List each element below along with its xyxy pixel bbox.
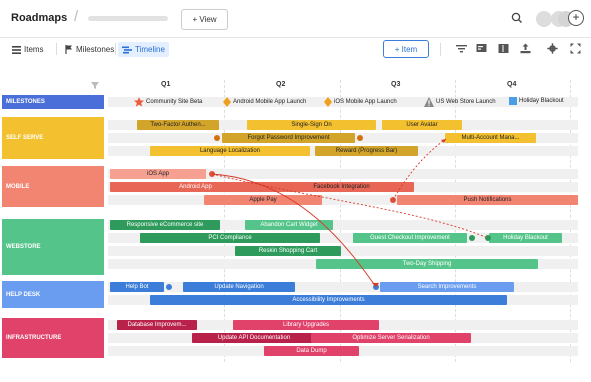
add-item-button[interactable]: + Item <box>383 40 429 58</box>
roadmap-bar[interactable]: Data Dump <box>264 346 359 356</box>
roadmap-bar[interactable]: Reward (Progress Bar) <box>315 146 418 156</box>
search-icon[interactable] <box>510 11 524 25</box>
lane-mobile[interactable]: MOBILE <box>2 166 104 207</box>
roadmap-bar[interactable]: Search Improvements <box>380 282 514 292</box>
dependency-dot[interactable] <box>209 171 215 177</box>
dependency-dot[interactable] <box>357 135 363 141</box>
star-icon <box>134 97 144 107</box>
warning-icon <box>424 97 434 107</box>
tab-timeline-label: Timeline <box>135 45 165 54</box>
lane-self-serve[interactable]: SELF SERVE <box>2 117 104 159</box>
roadmap-bar[interactable]: iOS App <box>110 169 206 179</box>
roadmap-bar[interactable]: Multi-Account Mana... <box>445 133 536 143</box>
roadmap-bar[interactable]: Update Navigation <box>183 282 295 292</box>
quarter-label: Q4 <box>507 81 517 88</box>
milestone-item[interactable]: Android Mobile App Launch <box>223 97 306 107</box>
app-header: Roadmaps / + View + <box>0 0 591 38</box>
roadmap-bar[interactable]: Update API Documentation <box>192 333 316 343</box>
quarter-label: Q3 <box>391 81 401 88</box>
avatar[interactable] <box>536 11 552 27</box>
roadmap-bar[interactable]: Facebook Integration <box>269 182 414 192</box>
lane-row <box>108 246 578 256</box>
timeline-icon <box>122 46 132 53</box>
dependency-dot[interactable] <box>485 235 491 241</box>
dependency-dot[interactable] <box>214 135 220 141</box>
dependency-dot[interactable] <box>390 197 396 203</box>
roadmap-bar[interactable]: Apple Pay <box>204 195 322 205</box>
milestone-item[interactable]: Community Site Beta <box>134 97 202 107</box>
roadmap-bar[interactable]: Holiday Blackout <box>489 233 562 243</box>
milestone-label: Community Site Beta <box>146 99 203 105</box>
export-icon[interactable] <box>520 43 531 54</box>
roadmap-bar[interactable]: Accessibility Improvements <box>150 295 507 305</box>
dependency-dot[interactable] <box>373 284 379 290</box>
dependency-dot[interactable] <box>166 284 172 290</box>
milestone-item[interactable]: iOS Mobile App Launch <box>324 97 397 107</box>
diamond-icon <box>223 97 231 107</box>
roadmap-bar[interactable]: Help Bot <box>110 282 164 292</box>
roadmap-bar[interactable]: Two-Factor Authen... <box>137 120 219 130</box>
divider <box>115 43 116 55</box>
roadmap-bar[interactable]: Optimize Server Serialization <box>311 333 471 343</box>
milestone-label: Android Mobile App Launch <box>233 99 307 105</box>
lane-infrastructure[interactable]: INFRASTRUCTURE <box>2 318 104 358</box>
divider <box>56 43 57 55</box>
roadmap-bar[interactable]: Responsive eCommerce site <box>110 220 220 230</box>
flag-icon <box>65 45 72 54</box>
roadmap-bar[interactable]: Android App <box>110 182 281 192</box>
milestone-label: US Web Store Launch <box>436 99 496 105</box>
lane-milestones[interactable]: MILESTONES <box>2 95 104 109</box>
collapse-icon[interactable] <box>90 81 100 90</box>
diamond-icon <box>324 97 332 107</box>
roadmap-bar[interactable]: Abandon Cart Widget <box>245 220 333 230</box>
roadmap-bar[interactable]: User Avatar <box>382 120 462 130</box>
breadcrumb-separator: / <box>74 8 79 25</box>
quarter-label: Q1 <box>161 81 171 88</box>
expand-icon[interactable] <box>570 43 581 54</box>
roadmap-bar[interactable]: Guest Checkout Improvement <box>353 233 467 243</box>
dependency-dot[interactable] <box>469 235 475 241</box>
roadmap-bar[interactable]: Single-Sign On <box>247 120 376 130</box>
card-icon[interactable] <box>476 43 487 54</box>
lane-help-desk[interactable]: HELP DESK <box>2 281 104 308</box>
milestone-label: Holiday Blackout <box>519 98 564 104</box>
milestone-item[interactable]: Holiday Blackout <box>509 97 564 105</box>
gear-icon[interactable] <box>547 43 558 54</box>
tab-items[interactable]: Items <box>8 42 48 57</box>
roadmap-bar[interactable]: PCI Compliance <box>140 233 320 243</box>
roadmap-bar[interactable]: Library Upgrades <box>233 320 379 330</box>
list-icon <box>12 45 21 54</box>
quarter-label: Q2 <box>276 81 286 88</box>
page-title: Roadmaps <box>11 12 68 24</box>
columns-icon[interactable] <box>498 43 509 54</box>
breadcrumb-placeholder <box>88 16 168 21</box>
roadmap-bar[interactable]: Two-Day Shipping <box>316 259 538 269</box>
add-view-button[interactable]: + View <box>181 9 228 30</box>
milestone-label: iOS Mobile App Launch <box>334 99 397 105</box>
tab-milestones[interactable]: Milestones <box>61 42 118 57</box>
filter-icon[interactable] <box>456 43 467 54</box>
roadmap-bar[interactable]: Language Localization <box>150 146 310 156</box>
square-icon <box>509 97 517 105</box>
roadmap-bar[interactable]: Database Improvem... <box>117 320 197 330</box>
tab-items-label: Items <box>24 45 44 54</box>
lane-webstore[interactable]: WEBSTORE <box>2 219 104 275</box>
roadmap-bar[interactable]: Forgot Password Improvement <box>222 133 355 143</box>
roadmap-bar[interactable]: Push Notifications <box>397 195 578 205</box>
tab-timeline[interactable]: Timeline <box>118 42 169 57</box>
divider <box>440 43 441 56</box>
add-member-button[interactable]: + <box>568 10 584 26</box>
roadmap-bar[interactable]: Reskin Shopping Cart <box>235 246 341 256</box>
milestone-item[interactable]: US Web Store Launch <box>424 97 496 107</box>
tab-milestones-label: Milestones <box>76 45 115 54</box>
